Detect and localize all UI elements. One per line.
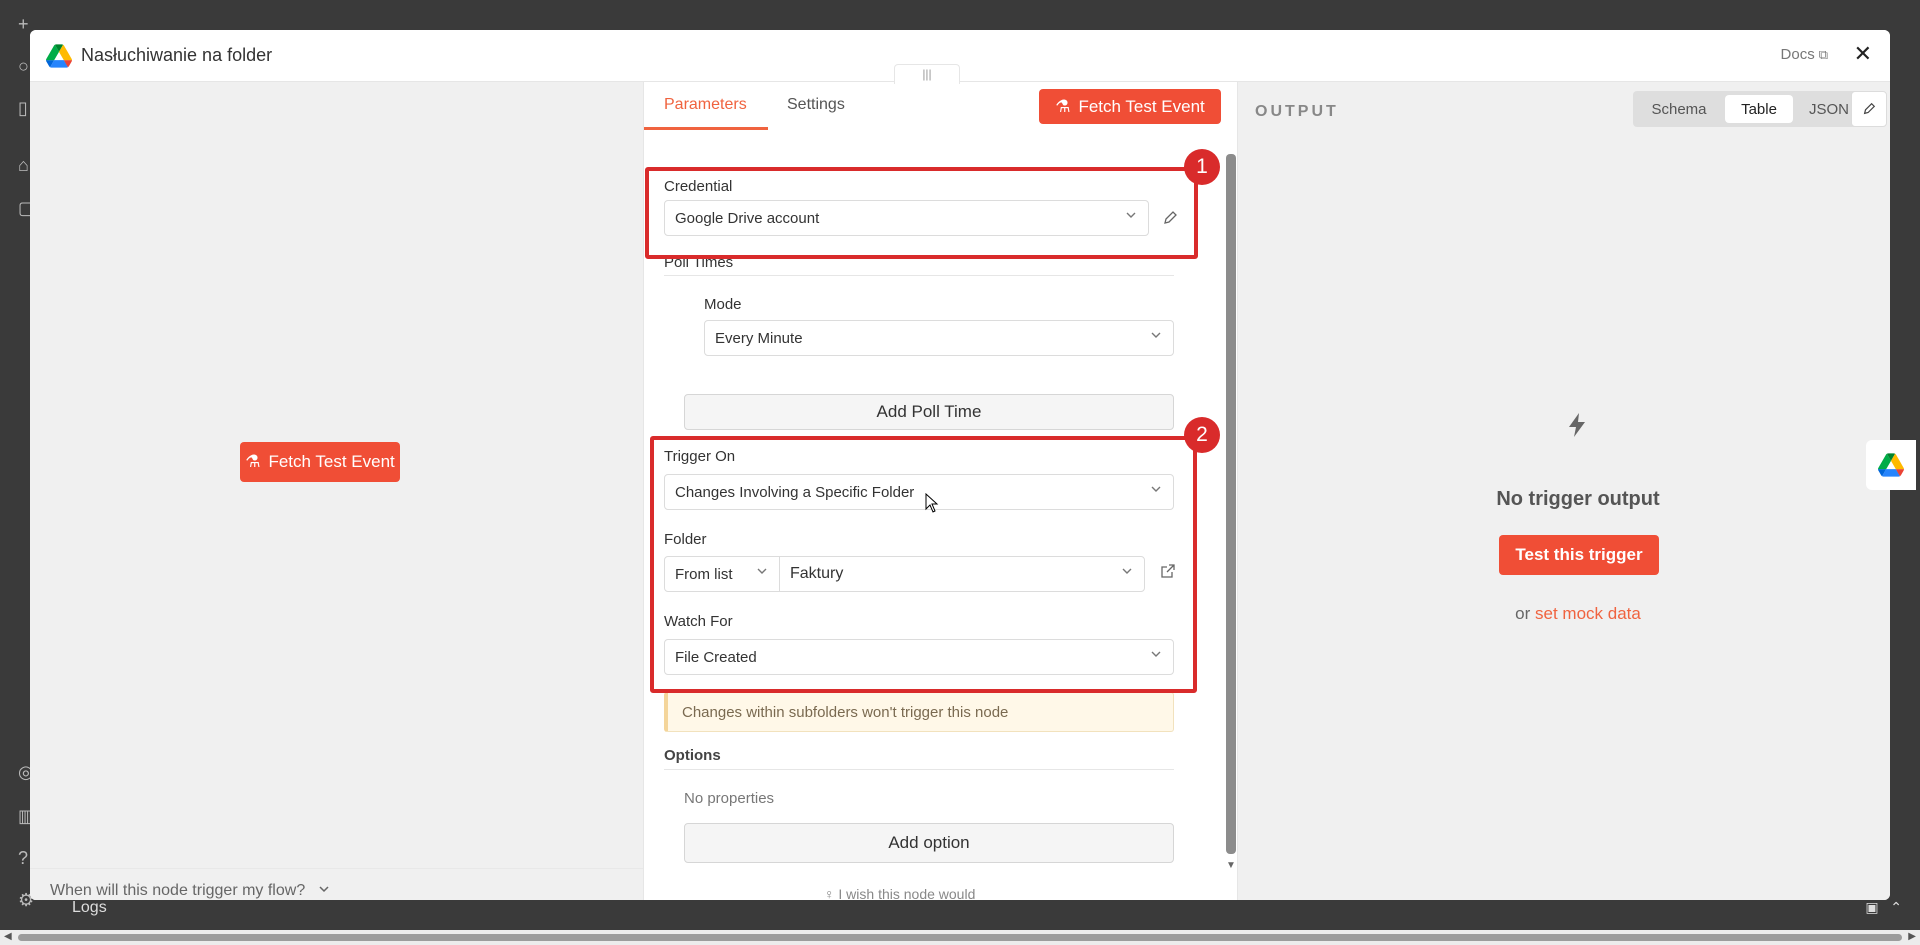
home-icon: ⌂ <box>18 155 29 175</box>
trigger-on-label: Trigger On <box>664 448 736 465</box>
watch-for-select[interactable]: File Created <box>664 639 1174 675</box>
pencil-icon <box>1863 102 1876 115</box>
test-trigger-button[interactable]: Test this trigger <box>1499 535 1659 575</box>
chevron-down-icon <box>1126 212 1136 218</box>
mock-prefix: or <box>1515 604 1531 623</box>
parameter-tabs: Parameters Settings ⚗ Fetch Test Event <box>644 82 1239 132</box>
fetch-test-event-button[interactable]: ⚗ Fetch Test Event <box>1039 89 1221 124</box>
lightning-icon <box>1569 413 1585 437</box>
mode-value: Every Minute <box>715 329 803 347</box>
horizontal-scrollbar[interactable]: ◀ ▶ <box>0 930 1920 945</box>
fetch-label: Fetch Test Event <box>268 452 395 471</box>
chevron-down-icon <box>1122 568 1132 574</box>
watch-for-value: File Created <box>675 648 757 666</box>
poll-times-label: Poll Times <box>664 254 734 271</box>
mouse-cursor-icon <box>925 493 939 513</box>
folder-value: Faktury <box>790 565 844 582</box>
annotation-badge-2: 2 <box>1184 417 1220 453</box>
popout-icon: ▣ <box>1865 899 1879 915</box>
no-trigger-output-text: No trigger output <box>1496 488 1660 510</box>
trigger-help-footer[interactable]: When will this node trigger my flow? <box>30 868 643 900</box>
panel-icon: ▯ <box>18 98 28 118</box>
docs-label: Docs <box>1780 46 1815 63</box>
folder-label: Folder <box>664 531 707 548</box>
help-icon: ? <box>18 848 29 868</box>
flask-icon: ⚗ <box>1055 96 1071 116</box>
subfolder-notice: Changes within subfolders won't trigger … <box>664 692 1174 732</box>
logs-label: Logs <box>72 899 107 916</box>
chevron-down-icon <box>1151 486 1161 492</box>
search-icon: ○ <box>18 56 29 76</box>
scroll-left-arrow-icon[interactable]: ◀ <box>4 931 12 942</box>
divider <box>664 275 1174 276</box>
edit-credential-pencil-icon[interactable] <box>1162 210 1178 226</box>
wish-text: I wish this node would <box>838 886 976 900</box>
google-drive-icon <box>1878 453 1904 477</box>
flask-icon: ⚗ <box>245 452 261 471</box>
scrollbar-thumb[interactable] <box>18 934 1902 941</box>
modal-header: Nasłuchiwanie na folder Docs ⧉ ✕ <box>30 30 1890 82</box>
scroll-right-arrow-icon[interactable]: ▶ <box>1908 931 1916 942</box>
chevron-down-icon <box>1151 332 1161 338</box>
chevron-down-icon <box>1151 651 1161 657</box>
tab-settings[interactable]: Settings <box>787 96 845 114</box>
edit-output-button[interactable] <box>1851 91 1887 127</box>
output-label: OUTPUT <box>1255 103 1339 120</box>
modal-title: Nasłuchiwanie na folder <box>81 45 273 65</box>
folder-source-select[interactable]: From list <box>664 556 780 592</box>
parameters-pane: ||| Parameters Settings ⚗ Fetch Test Eve… <box>643 64 1239 900</box>
add-option-button[interactable]: Add option <box>684 823 1174 863</box>
credential-value: Google Drive account <box>675 209 820 227</box>
add-poll-time-button[interactable]: Add Poll Time <box>684 394 1174 430</box>
annotation-badge-1: 1 <box>1184 149 1220 185</box>
chevron-down-icon <box>319 886 329 893</box>
trigger-on-select[interactable]: Changes Involving a Specific Folder <box>664 474 1174 510</box>
open-folder-external-icon[interactable] <box>1160 563 1176 579</box>
active-tab-underline <box>644 127 768 130</box>
trigger-question[interactable]: When will this node trigger my flow? <box>50 882 330 900</box>
parameters-scrollbar[interactable] <box>1226 154 1236 854</box>
options-label: Options <box>664 747 721 764</box>
mode-label: Mode <box>704 296 742 313</box>
chevron-up-icon: ⌃ <box>1890 899 1902 915</box>
docs-link[interactable]: Docs ⧉ <box>1781 46 1828 63</box>
plus-icon: + <box>18 14 29 34</box>
folder-source-value: From list <box>675 565 733 583</box>
feedback-prompt[interactable]: ♀ I wish this node would <box>824 886 975 900</box>
google-drive-icon <box>46 44 72 68</box>
watch-for-label: Watch For <box>664 613 733 630</box>
scroll-down-arrow-icon[interactable]: ▼ <box>1226 860 1236 871</box>
no-properties-text: No properties <box>684 790 775 807</box>
output-view-toggle: Schema Table JSON <box>1633 91 1867 127</box>
chevron-down-icon <box>757 568 767 574</box>
close-button[interactable]: ✕ <box>1854 41 1872 67</box>
tab-parameters[interactable]: Parameters <box>664 96 747 114</box>
logs-panel-controls: ▣ ⌃ <box>1865 899 1902 916</box>
external-link-icon: ⧉ <box>1818 47 1828 62</box>
view-table[interactable]: Table <box>1725 95 1793 123</box>
credential-select[interactable]: Google Drive account <box>664 200 1149 236</box>
trigger-question-text: When will this node trigger my flow? <box>50 882 306 899</box>
node-details-modal: Nasłuchiwanie na folder Docs ⧉ ✕ ⚗ Fetch … <box>30 30 1890 900</box>
divider <box>664 769 1174 770</box>
mock-data-line: or set mock data <box>1238 604 1890 624</box>
trigger-on-value: Changes Involving a Specific Folder <box>675 483 915 501</box>
lightbulb-icon: ♀ <box>824 886 835 900</box>
fetch-test-event-button-left[interactable]: ⚗ Fetch Test Event <box>240 442 400 482</box>
set-mock-data-link[interactable]: set mock data <box>1535 604 1641 623</box>
drag-handle[interactable]: ||| <box>894 64 960 84</box>
view-schema[interactable]: Schema <box>1637 95 1721 123</box>
input-pane: ⚗ Fetch Test Event When will this node t… <box>30 82 643 900</box>
credential-label: Credential <box>664 178 733 195</box>
side-node-tab[interactable] <box>1866 440 1916 490</box>
mode-select[interactable]: Every Minute <box>704 320 1174 356</box>
output-pane: OUTPUT Schema Table JSON No trigger outp… <box>1238 82 1890 900</box>
folder-value-select[interactable]: Faktury <box>779 556 1145 592</box>
fetch-label: Fetch Test Event <box>1078 96 1205 116</box>
